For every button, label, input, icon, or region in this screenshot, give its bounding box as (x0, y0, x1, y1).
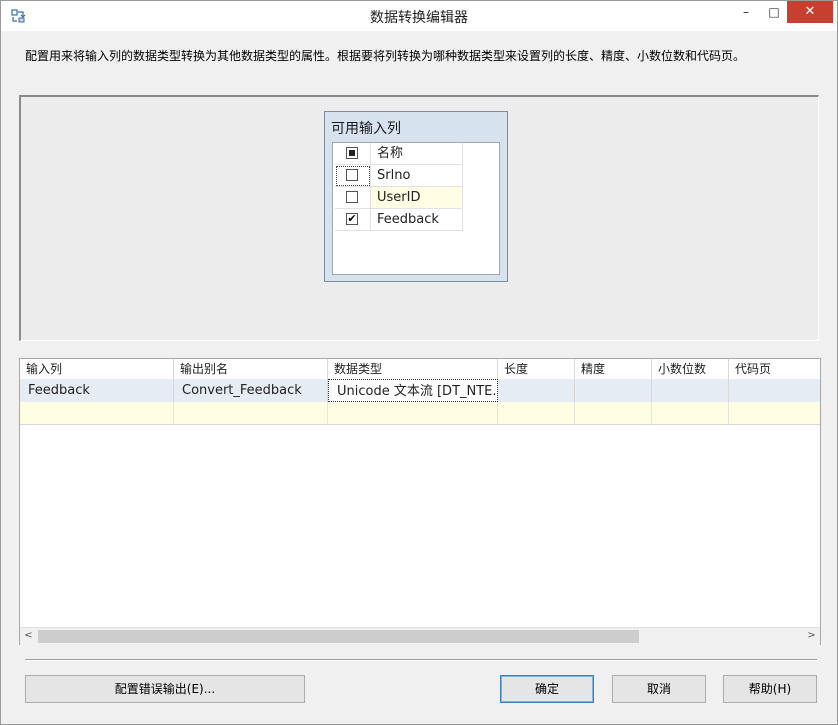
column-header-data-type[interactable]: 数据类型 (328, 359, 498, 379)
column-header-length[interactable]: 长度 (498, 359, 575, 379)
column-header-code-page[interactable]: 代码页 (729, 359, 820, 379)
title-bar: 数据转换编辑器 – □ ✕ (1, 1, 837, 31)
feedback-checkbox[interactable]: ✔ (346, 213, 358, 225)
name-column-header: 名称 (371, 143, 463, 165)
column-item-label: UserID (371, 187, 463, 209)
conversion-grid: 输入列 输出别名 数据类型 长度 精度 小数位数 代码页 Feedback Co… (19, 358, 821, 645)
cell-length[interactable] (498, 379, 575, 402)
cell-data-type[interactable]: Unicode 文本流 [DT_NTE... (328, 379, 498, 402)
cell-output-alias[interactable]: Convert_Feedback (174, 379, 328, 402)
table-row[interactable]: Feedback Convert_Feedback Unicode 文本流 [D… (20, 379, 820, 403)
column-header-input[interactable]: 输入列 (20, 359, 174, 379)
available-input-columns-box: 可用输入列 名称 Srlno UserID ✔ Feedback (324, 111, 508, 282)
cell-precision[interactable] (575, 379, 652, 402)
select-all-checkbox[interactable] (346, 147, 358, 159)
cell-scale[interactable] (652, 379, 729, 402)
srlno-checkbox[interactable] (346, 169, 358, 181)
cell-input-column[interactable]: Feedback (20, 379, 174, 402)
horizontal-scrollbar[interactable]: < > (20, 627, 820, 645)
available-columns-header: 名称 (333, 143, 463, 165)
column-item-srlno[interactable]: Srlno (333, 165, 463, 187)
scroll-left-icon[interactable]: < (20, 628, 37, 645)
cancel-button[interactable]: 取消 (612, 675, 706, 703)
column-item-label: Feedback (371, 209, 463, 231)
dialog-window: 数据转换编辑器 – □ ✕ 配置用来将输入列的数据类型转换为其他数据类型的属性。… (0, 0, 838, 725)
column-header-precision[interactable]: 精度 (575, 359, 652, 379)
grid-header: 输入列 输出别名 数据类型 长度 精度 小数位数 代码页 (20, 359, 820, 380)
ok-button[interactable]: 确定 (500, 675, 594, 703)
cell-code-page[interactable] (729, 379, 820, 402)
scroll-right-icon[interactable]: > (803, 628, 820, 645)
help-button[interactable]: 帮助(H) (723, 675, 817, 703)
column-item-userid[interactable]: UserID (333, 187, 463, 209)
close-button[interactable]: ✕ (787, 1, 833, 23)
new-row[interactable] (20, 402, 820, 425)
column-item-label: Srlno (371, 165, 463, 187)
available-columns-title: 可用输入列 (331, 121, 401, 137)
column-item-feedback[interactable]: ✔ Feedback (333, 209, 463, 231)
maximize-button[interactable]: □ (761, 1, 787, 23)
scrollbar-thumb[interactable] (38, 630, 639, 643)
divider (25, 659, 817, 661)
available-columns-list: 名称 Srlno UserID ✔ Feedback (332, 142, 500, 275)
window-title: 数据转换编辑器 (370, 10, 468, 26)
column-header-output-alias[interactable]: 输出别名 (174, 359, 328, 379)
description-text: 配置用来将输入列的数据类型转换为其他数据类型的属性。根据要将列转换为哪种数据类型… (25, 49, 746, 63)
userid-checkbox[interactable] (346, 191, 358, 203)
column-header-scale[interactable]: 小数位数 (652, 359, 729, 379)
configure-error-output-button[interactable]: 配置错误输出(E)... (25, 675, 305, 703)
minimize-button[interactable]: – (733, 1, 759, 23)
